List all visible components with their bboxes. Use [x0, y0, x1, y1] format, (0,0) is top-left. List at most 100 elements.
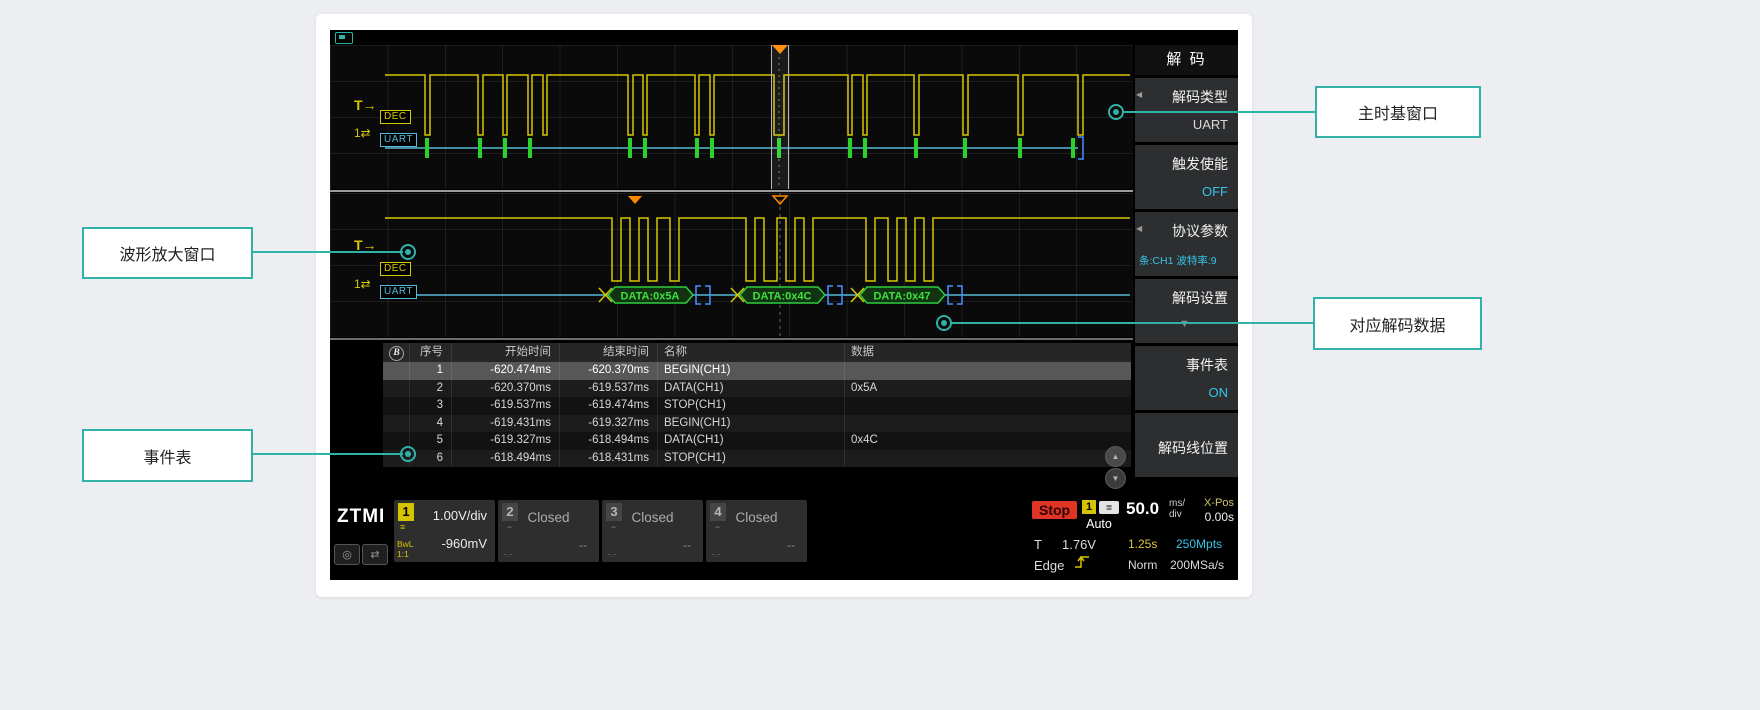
decode-end-bracket [1078, 137, 1083, 159]
scroll-down-button[interactable]: ▼ [1105, 468, 1126, 489]
channel-1-badge: 1 [398, 503, 414, 521]
status-bar: ZTMI ◎ ⇄ 1 ≡ 1.00V/div -960mV BwL 1:1 2 … [330, 488, 1238, 580]
callout-line [1124, 111, 1315, 113]
menu-item-trigger-enable[interactable]: 触发使能 OFF [1135, 145, 1238, 209]
chevron-down-icon: ▼ [1112, 474, 1120, 483]
col-header-index: 序号 [410, 343, 452, 362]
brand-logo: ZTMI [337, 506, 385, 528]
ch2-offset: -- [579, 538, 587, 552]
trigger-level-indicator: T→ [354, 98, 377, 112]
channel-3-block[interactable]: 3 − Closed -- -.- [602, 500, 703, 562]
ch1-scale: 1.00V/div [433, 508, 487, 523]
table-row[interactable]: 6 -618.494ms -618.431ms STOP(CH1) [383, 450, 1131, 468]
caret-down-icon: ▼ [1141, 318, 1228, 330]
waveform-zoom-window: DATA:0x5A DATA:0x4C DATA:0x47 [330, 193, 1133, 337]
timebase-unit: ms/ [1169, 498, 1185, 509]
channel-zoom-indicator: 1⇄ [354, 278, 371, 290]
callout-label: 事件表 [143, 444, 191, 468]
ch1-trace-main [385, 75, 1130, 135]
channel-1-block[interactable]: 1 ≡ 1.00V/div -960mV BwL 1:1 [394, 500, 495, 562]
top-strip [330, 30, 1238, 44]
channel-2-block[interactable]: 2 − Closed -- -.- [498, 500, 599, 562]
decode-bubble: DATA:0x47 [851, 286, 962, 304]
ch4-offset: -- [787, 538, 795, 552]
run-state-badge[interactable]: Stop [1032, 501, 1077, 519]
callout-main-timebase: 主时基窗口 [1315, 86, 1481, 138]
callout-line [952, 322, 1313, 324]
callout-zoom-window: 波形放大窗口 [82, 227, 253, 279]
decode-bubble: DATA:0x4C [731, 286, 842, 304]
channel-zoom-indicator: 1⇄ [354, 127, 371, 139]
ch3-offset: -- [683, 538, 691, 552]
menu-item-decode-line-position[interactable]: 解码线位置 [1135, 413, 1238, 477]
sync-icon[interactable]: ⇄ [362, 544, 388, 565]
menu-item-event-table[interactable]: 事件表 ON [1135, 346, 1238, 410]
menu-title: 解 码 [1135, 45, 1238, 75]
xpos-value: 0.00s [1205, 510, 1234, 524]
ch2-state: Closed [498, 510, 599, 525]
main-timebase-window: T→ DEC 1⇄ UART [330, 45, 1133, 189]
callout-label: 主时基窗口 [1358, 100, 1438, 124]
sweep-mode: Norm [1128, 558, 1157, 572]
menu-item-protocol-params[interactable]: ◀ 协议参数 条:CH1 波特率:9 [1135, 212, 1238, 276]
table-row[interactable]: 3 -619.537ms -619.474ms STOP(CH1) [383, 397, 1131, 415]
col-header-end: 结束时间 [560, 343, 658, 362]
table-row[interactable]: 4 -619.431ms -619.327ms BEGIN(CH1) [383, 415, 1131, 433]
callout-line [253, 251, 403, 253]
ch1-trace-zoom [385, 218, 1130, 281]
chevron-up-icon: ▲ [1112, 452, 1120, 461]
event-table: B 序号 开始时间 结束时间 名称 数据 1 -620.474ms -620.3… [383, 343, 1131, 467]
callout-event-table: 事件表 [82, 429, 253, 482]
trigger-label: T [1034, 537, 1042, 552]
col-header-data: 数据 [845, 343, 1131, 362]
col-header-start: 开始时间 [452, 343, 560, 362]
window-divider [330, 338, 1133, 340]
table-row[interactable]: 1 -620.474ms -620.370ms BEGIN(CH1) [383, 362, 1131, 380]
bus-icon: B [389, 346, 404, 361]
memory-depth: 250Mpts [1176, 537, 1222, 551]
svg-text:DATA:0x4C: DATA:0x4C [753, 291, 812, 303]
timebase-unit: div [1169, 509, 1182, 520]
svg-text:DATA:0x5A: DATA:0x5A [621, 291, 680, 303]
zoom-region-indicator[interactable] [771, 45, 789, 189]
xpos-label: X-Pos [1204, 497, 1234, 509]
svg-text:DATA:0x47: DATA:0x47 [873, 291, 930, 303]
acquisition-status: Stop 1 ≣ Auto 50.0 ms/ div X-Pos 0.00s T… [1030, 496, 1236, 576]
timebase-value[interactable]: 50.0 [1126, 499, 1159, 519]
dec-badge: DEC [380, 262, 411, 276]
ch2-probe: -.- [504, 549, 513, 559]
trigger-mode: Auto [1078, 517, 1120, 531]
ch3-probe: -.- [608, 549, 617, 559]
acquired-time: 1.25s [1128, 537, 1157, 551]
col-header-name: 名称 [658, 343, 845, 362]
scroll-up-button[interactable]: ▲ [1105, 446, 1126, 467]
ch4-state: Closed [706, 510, 807, 525]
zoom-waveform: DATA:0x5A DATA:0x4C DATA:0x47 [330, 193, 1133, 337]
trigger-level-indicator: T→ [354, 238, 377, 252]
ch1-bandwidth: BwL [397, 540, 414, 549]
callout-marker-main-timebase [1108, 104, 1124, 120]
selected-marker-icon: ◀ [1136, 90, 1142, 99]
oscilloscope-screen: T→ DEC 1⇄ UART DATA:0x5A [330, 30, 1238, 580]
channel-4-block[interactable]: 4 − Closed -- -.- [706, 500, 807, 562]
uart-badge: UART [380, 285, 417, 299]
main-waveform [330, 45, 1133, 189]
menu-item-decode-settings[interactable]: 解码设置 ▼ [1135, 279, 1238, 343]
rising-edge-icon [1074, 554, 1092, 570]
menu-item-decode-type[interactable]: ◀ 解码类型 UART [1135, 78, 1238, 142]
window-divider [330, 190, 1133, 192]
usb-icon [335, 32, 353, 44]
callout-marker-event-table [400, 446, 416, 462]
trigger-type: Edge [1034, 558, 1064, 573]
table-row[interactable]: 2 -620.370ms -619.537ms DATA(CH1) 0x5A [383, 380, 1131, 398]
ground-icon: ≡ [400, 523, 405, 532]
camera-icon[interactable]: ◎ [334, 544, 360, 565]
callout-label: 波形放大窗口 [119, 241, 215, 265]
ch4-probe: -.- [712, 549, 721, 559]
trigger-source-badge: 1 [1082, 500, 1096, 514]
trigger-level: 1.76V [1062, 537, 1096, 552]
table-row[interactable]: 5 -619.327ms -618.494ms DATA(CH1) 0x4C [383, 432, 1131, 450]
page: T→ DEC 1⇄ UART DATA:0x5A [0, 0, 1760, 710]
callout-line [253, 453, 403, 455]
dec-badge: DEC [380, 110, 411, 124]
